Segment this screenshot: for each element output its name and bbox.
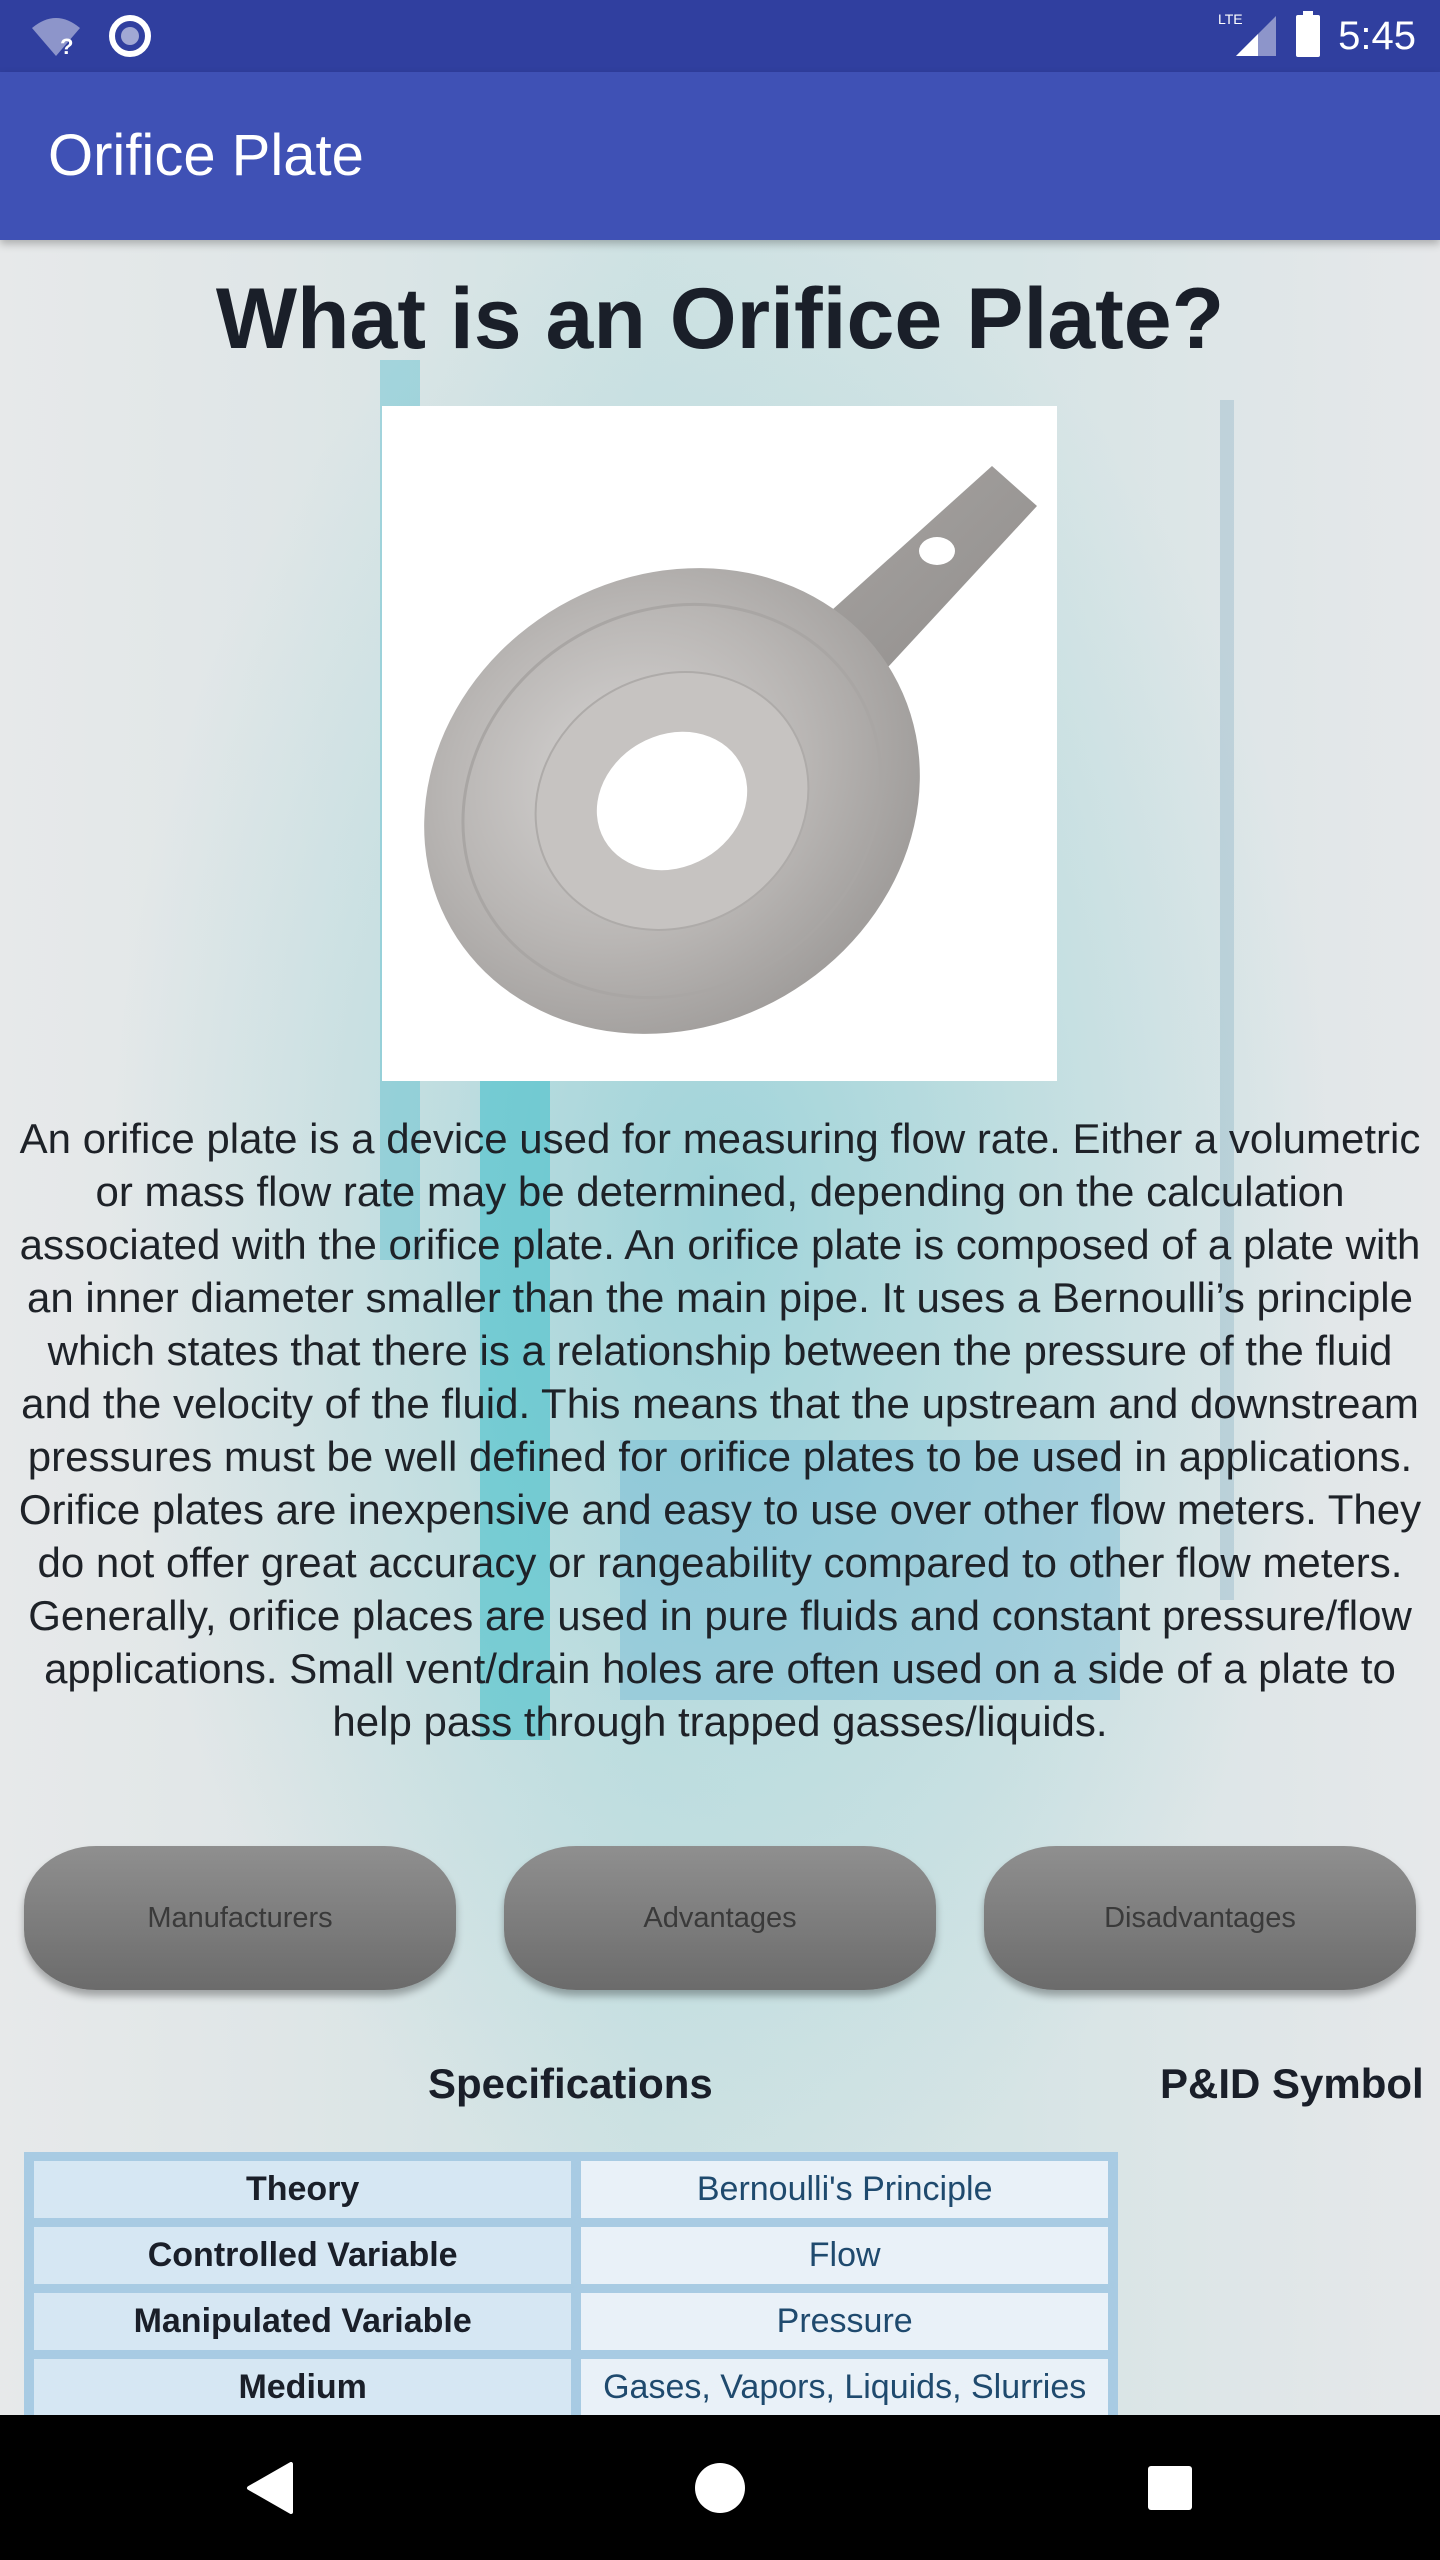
app-title: Orifice Plate xyxy=(48,123,364,188)
spec-key: Controlled Variable xyxy=(34,2227,572,2284)
disadvantages-button[interactable]: Disadvantages xyxy=(984,1846,1416,1990)
recents-icon xyxy=(1148,2465,1192,2510)
recents-button[interactable] xyxy=(1090,2415,1250,2560)
sync-circle-icon xyxy=(108,14,152,63)
content-scroll-area[interactable]: What is an Orifice Plate? An orifice pla… xyxy=(0,240,1440,2415)
status-bar: ? LTE 5:45 xyxy=(0,0,1440,72)
orifice-plate-image xyxy=(382,406,1057,1081)
lte-label: LTE xyxy=(1218,11,1243,27)
spec-value: Gases, Vapors, Liquids, Slurries xyxy=(581,2359,1108,2415)
specifications-table: Theory Bernoulli's Principle Controlled … xyxy=(24,2152,1118,2415)
navigation-bar xyxy=(0,2415,1440,2560)
spec-key: Manipulated Variable xyxy=(34,2293,572,2350)
table-row: Controlled Variable Flow xyxy=(34,2227,1108,2284)
table-row: Medium Gases, Vapors, Liquids, Slurries xyxy=(34,2359,1108,2415)
wifi-unknown-icon: ? xyxy=(30,14,82,63)
spec-value: Bernoulli's Principle xyxy=(581,2161,1108,2218)
spec-value: Flow xyxy=(581,2227,1108,2284)
battery-icon xyxy=(1296,10,1321,62)
back-button[interactable] xyxy=(190,2415,350,2560)
table-row: Manipulated Variable Pressure xyxy=(34,2293,1108,2350)
home-button[interactable] xyxy=(640,2415,800,2560)
app-bar: Orifice Plate xyxy=(0,72,1440,240)
svg-text:?: ? xyxy=(60,34,73,58)
spec-key: Medium xyxy=(34,2359,572,2415)
specifications-title: Specifications xyxy=(428,2060,713,2107)
back-icon xyxy=(247,2461,293,2514)
manufacturers-button[interactable]: Manufacturers xyxy=(24,1846,456,1990)
table-row: Theory Bernoulli's Principle xyxy=(34,2161,1108,2218)
page-heading: What is an Orifice Plate? xyxy=(215,271,1225,367)
advantages-button[interactable]: Advantages xyxy=(504,1846,936,1990)
status-time: 5:45 xyxy=(1338,13,1416,58)
lte-signal-icon: LTE xyxy=(1218,10,1278,63)
description-text: An orifice plate is a device used for me… xyxy=(18,1115,1422,1745)
home-icon xyxy=(695,2462,745,2513)
pid-symbol-title: P&ID Symbol xyxy=(1160,2060,1424,2107)
spec-key: Theory xyxy=(34,2161,572,2218)
spec-value: Pressure xyxy=(581,2293,1108,2350)
